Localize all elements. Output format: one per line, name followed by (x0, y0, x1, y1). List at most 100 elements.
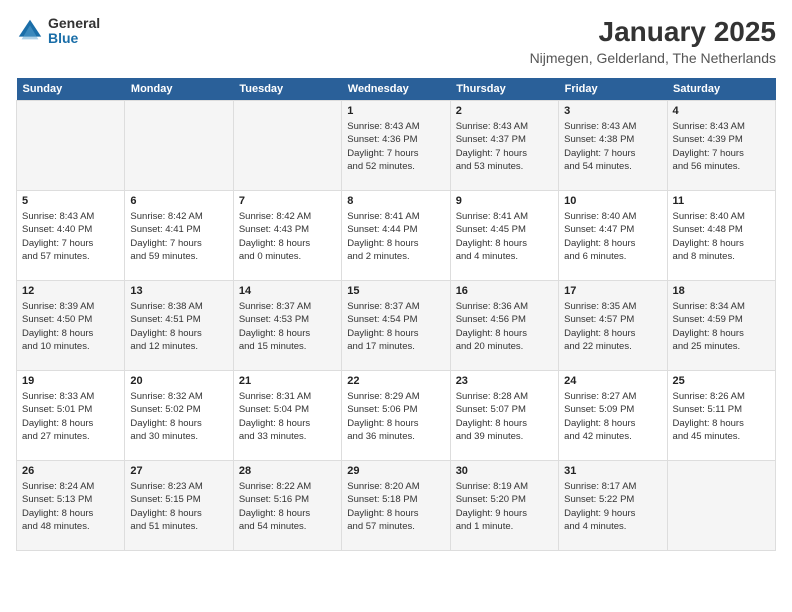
day-info: Sunrise: 8:22 AM Sunset: 5:16 PM Dayligh… (239, 480, 336, 533)
day-number: 7 (239, 195, 336, 207)
calendar-cell: 21Sunrise: 8:31 AM Sunset: 5:04 PM Dayli… (233, 371, 341, 461)
calendar-cell: 11 Sunrise: 8:40 AM Sunset: 4:48 PM Dayli… (667, 191, 775, 281)
day-number: 6 (130, 195, 227, 207)
logo: General Blue (16, 16, 100, 47)
day-info: Sunrise: 8:43 AM Sunset: 4:38 PM Dayligh… (564, 120, 661, 173)
calendar-cell: 30 Sunrise: 8:19 AM Sunset: 5:20 PM Dayli… (450, 461, 558, 551)
day-info: Sunrise: 8:36 AM Sunset: 4:56 PM Dayligh… (456, 300, 553, 353)
day-number: 16 (456, 285, 553, 297)
calendar-cell: 8Sunrise: 8:41 AM Sunset: 4:44 PM Daylig… (342, 191, 450, 281)
calendar-cell: 5 Sunrise: 8:43 AM Sunset: 4:40 PM Daylig… (17, 191, 125, 281)
day-number: 29 (347, 465, 444, 477)
calendar-title: January 2025 (530, 16, 776, 48)
logo-icon (16, 17, 44, 45)
calendar-cell: 28 Sunrise: 8:22 AM Sunset: 5:16 PM Dayli… (233, 461, 341, 551)
day-info: Sunrise: 8:19 AM Sunset: 5:20 PM Dayligh… (456, 480, 553, 533)
day-info: Sunrise: 8:17 AM Sunset: 5:22 PM Dayligh… (564, 480, 661, 533)
day-info: Sunrise: 8:29 AM Sunset: 5:06 PM Dayligh… (347, 390, 444, 443)
calendar-header: Sunday Monday Tuesday Wednesday Thursday… (17, 78, 776, 101)
day-number: 14 (239, 285, 336, 297)
calendar-cell: 20 Sunrise: 8:32 AM Sunset: 5:02 PM Dayli… (125, 371, 233, 461)
day-number: 26 (22, 465, 119, 477)
calendar-cell: 13Sunrise: 8:38 AM Sunset: 4:51 PM Dayli… (125, 281, 233, 371)
day-info: Sunrise: 8:40 AM Sunset: 4:48 PM Dayligh… (673, 210, 770, 263)
day-number: 25 (673, 375, 770, 387)
calendar-cell: 12Sunrise: 8:39 AM Sunset: 4:50 PM Dayli… (17, 281, 125, 371)
calendar-cell: 25 Sunrise: 8:26 AM Sunset: 5:11 PM Dayli… (667, 371, 775, 461)
calendar-week-row: 12Sunrise: 8:39 AM Sunset: 4:50 PM Dayli… (17, 281, 776, 371)
calendar-cell: 1 Sunrise: 8:43 AM Sunset: 4:36 PM Daylig… (342, 101, 450, 191)
day-info: Sunrise: 8:43 AM Sunset: 4:36 PM Dayligh… (347, 120, 444, 173)
day-number: 9 (456, 195, 553, 207)
calendar-cell: 26 Sunrise: 8:24 AM Sunset: 5:13 PM Dayli… (17, 461, 125, 551)
day-number: 3 (564, 105, 661, 117)
calendar-cell: 31 Sunrise: 8:17 AM Sunset: 5:22 PM Dayli… (559, 461, 667, 551)
calendar-cell (125, 101, 233, 191)
header-saturday: Saturday (667, 78, 775, 101)
day-info: Sunrise: 8:43 AM Sunset: 4:40 PM Dayligh… (22, 210, 119, 263)
calendar-cell: 14 Sunrise: 8:37 AM Sunset: 4:53 PM Dayli… (233, 281, 341, 371)
calendar-week-row: 1 Sunrise: 8:43 AM Sunset: 4:36 PM Daylig… (17, 101, 776, 191)
header-monday: Monday (125, 78, 233, 101)
calendar-cell: 2Sunrise: 8:43 AM Sunset: 4:37 PM Daylig… (450, 101, 558, 191)
calendar-cell: 3 Sunrise: 8:43 AM Sunset: 4:38 PM Daylig… (559, 101, 667, 191)
day-number: 22 (347, 375, 444, 387)
day-number: 5 (22, 195, 119, 207)
header-wednesday: Wednesday (342, 78, 450, 101)
day-info: Sunrise: 8:41 AM Sunset: 4:45 PM Dayligh… (456, 210, 553, 263)
calendar-cell: 19Sunrise: 8:33 AM Sunset: 5:01 PM Dayli… (17, 371, 125, 461)
day-info: Sunrise: 8:26 AM Sunset: 5:11 PM Dayligh… (673, 390, 770, 443)
title-block: January 2025 Nijmegen, Gelderland, The N… (530, 16, 776, 66)
day-number: 15 (347, 285, 444, 297)
day-number: 24 (564, 375, 661, 387)
day-number: 10 (564, 195, 661, 207)
calendar-cell: 16 Sunrise: 8:36 AM Sunset: 4:56 PM Dayli… (450, 281, 558, 371)
calendar-cell: 10 Sunrise: 8:40 AM Sunset: 4:47 PM Dayli… (559, 191, 667, 281)
day-info: Sunrise: 8:42 AM Sunset: 4:41 PM Dayligh… (130, 210, 227, 263)
calendar-cell: 29 Sunrise: 8:20 AM Sunset: 5:18 PM Dayli… (342, 461, 450, 551)
day-number: 12 (22, 285, 119, 297)
calendar-cell (17, 101, 125, 191)
calendar-cell: 15Sunrise: 8:37 AM Sunset: 4:54 PM Dayli… (342, 281, 450, 371)
day-number: 11 (673, 195, 770, 207)
calendar-cell: 6 Sunrise: 8:42 AM Sunset: 4:41 PM Daylig… (125, 191, 233, 281)
day-number: 20 (130, 375, 227, 387)
calendar-cell: 18Sunrise: 8:34 AM Sunset: 4:59 PM Dayli… (667, 281, 775, 371)
day-number: 1 (347, 105, 444, 117)
day-number: 23 (456, 375, 553, 387)
day-number: 4 (673, 105, 770, 117)
day-number: 2 (456, 105, 553, 117)
day-info: Sunrise: 8:32 AM Sunset: 5:02 PM Dayligh… (130, 390, 227, 443)
day-number: 17 (564, 285, 661, 297)
day-number: 27 (130, 465, 227, 477)
header-friday: Friday (559, 78, 667, 101)
calendar-cell: 23 Sunrise: 8:28 AM Sunset: 5:07 PM Dayli… (450, 371, 558, 461)
calendar-cell: 22 Sunrise: 8:29 AM Sunset: 5:06 PM Dayli… (342, 371, 450, 461)
calendar-cell: 24Sunrise: 8:27 AM Sunset: 5:09 PM Dayli… (559, 371, 667, 461)
day-number: 18 (673, 285, 770, 297)
calendar-cell: 7 Sunrise: 8:42 AM Sunset: 4:43 PM Daylig… (233, 191, 341, 281)
calendar-table: Sunday Monday Tuesday Wednesday Thursday… (16, 78, 776, 551)
header-tuesday: Tuesday (233, 78, 341, 101)
day-number: 31 (564, 465, 661, 477)
day-info: Sunrise: 8:38 AM Sunset: 4:51 PM Dayligh… (130, 300, 227, 353)
page-header: General Blue January 2025 Nijmegen, Geld… (16, 16, 776, 66)
header-sunday: Sunday (17, 78, 125, 101)
calendar-cell (667, 461, 775, 551)
logo-general-label: General (48, 16, 100, 31)
day-number: 8 (347, 195, 444, 207)
day-number: 28 (239, 465, 336, 477)
day-number: 30 (456, 465, 553, 477)
calendar-week-row: 5 Sunrise: 8:43 AM Sunset: 4:40 PM Daylig… (17, 191, 776, 281)
weekday-header-row: Sunday Monday Tuesday Wednesday Thursday… (17, 78, 776, 101)
calendar-cell: 9 Sunrise: 8:41 AM Sunset: 4:45 PM Daylig… (450, 191, 558, 281)
day-info: Sunrise: 8:35 AM Sunset: 4:57 PM Dayligh… (564, 300, 661, 353)
day-number: 19 (22, 375, 119, 387)
day-info: Sunrise: 8:43 AM Sunset: 4:39 PM Dayligh… (673, 120, 770, 173)
day-info: Sunrise: 8:20 AM Sunset: 5:18 PM Dayligh… (347, 480, 444, 533)
day-info: Sunrise: 8:28 AM Sunset: 5:07 PM Dayligh… (456, 390, 553, 443)
day-info: Sunrise: 8:37 AM Sunset: 4:53 PM Dayligh… (239, 300, 336, 353)
day-info: Sunrise: 8:24 AM Sunset: 5:13 PM Dayligh… (22, 480, 119, 533)
day-info: Sunrise: 8:40 AM Sunset: 4:47 PM Dayligh… (564, 210, 661, 263)
day-info: Sunrise: 8:42 AM Sunset: 4:43 PM Dayligh… (239, 210, 336, 263)
